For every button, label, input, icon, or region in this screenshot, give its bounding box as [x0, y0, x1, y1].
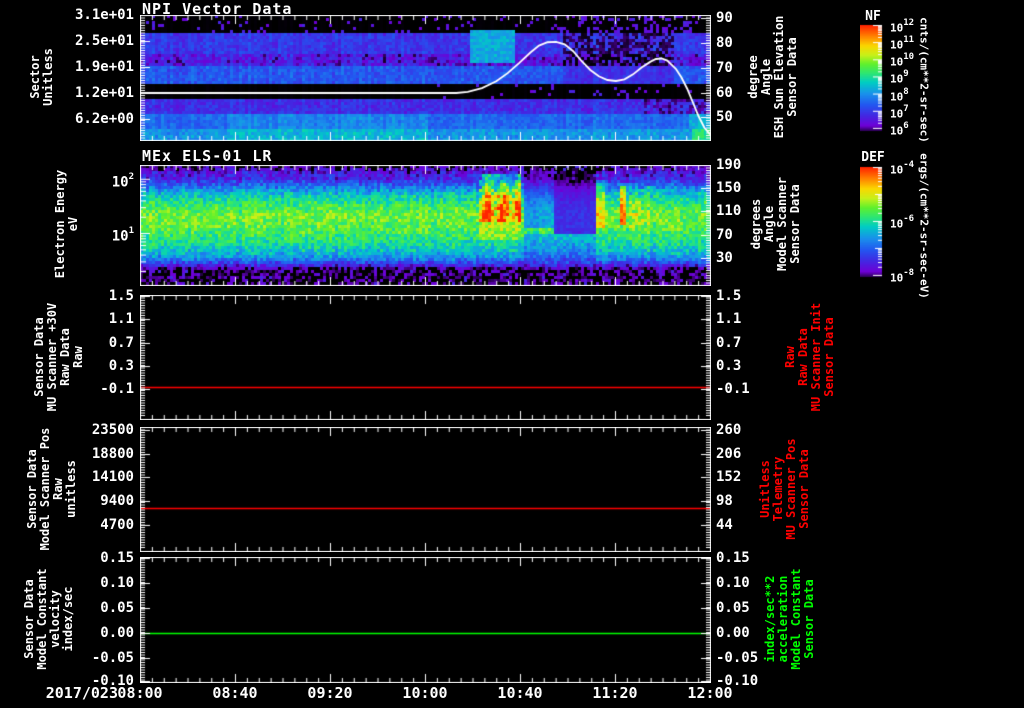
- x-axis-tick-6: 12:00: [675, 684, 745, 702]
- x-axis-tick-5: 11:20: [580, 684, 650, 702]
- p1-left-tick-3: 1.2e+01: [62, 86, 134, 101]
- p4-right-axis-label: Unitless Telemetry MU Scanner Pos Sensor…: [759, 438, 811, 539]
- x-axis-tick-4: 10:40: [485, 684, 555, 702]
- p1-left-axis-label: Sector Unitless: [29, 48, 55, 106]
- p3-left-tick-0: 1.5: [62, 289, 134, 304]
- els-spectrogram-canvas: [140, 165, 711, 286]
- p1-left-tick-2: 1.9e+01: [62, 60, 134, 75]
- p2-right-axis-label: degrees Angle Model Scanner Sensor Data: [750, 177, 802, 271]
- p3-right-axis-label: Raw Raw Data MU Scanner Init Sensor Data: [784, 303, 836, 411]
- p2-left-axis-label: Electron Energy eV: [54, 170, 80, 278]
- x-axis-tick-0: 08:00: [105, 684, 175, 702]
- p3-left-axis-label: Sensor Data MU Scanner +30V Raw Data Raw: [33, 303, 85, 411]
- x-axis-tick-2: 09:20: [295, 684, 365, 702]
- mu-scanner-line-canvas: [140, 295, 711, 420]
- p1-left-tick-1: 2.5e+01: [62, 34, 134, 49]
- colorbar-def-tick-1: 10-6: [890, 215, 934, 231]
- panel2-title: MEx ELS-01 LR: [142, 147, 272, 165]
- model-constant-line-canvas: [140, 557, 711, 683]
- p4-left-axis-label: Sensor Data Model Scanner Pos Raw unitle…: [26, 428, 78, 551]
- npi-spectrogram-canvas: [140, 15, 711, 141]
- colorbar-nf-tick-0: 1012: [890, 19, 934, 35]
- colorbar-nf-tick-3: 109: [890, 70, 934, 86]
- colorbar-def-tick-0: 10-4: [890, 161, 934, 177]
- colorbar-nf-name: NF: [856, 9, 890, 24]
- def-colorbar: [860, 165, 886, 279]
- p1-right-axis-label: degree Angle ESH Sun Elevation Sensor Da…: [747, 16, 799, 139]
- p4-right-tick-0: 260: [716, 423, 776, 438]
- p5-left-tick-0: 0.15: [62, 551, 134, 566]
- p5-left-axis-label: Sensor Data Model Constant velocity inde…: [23, 568, 75, 669]
- colorbar-nf-tick-5: 107: [890, 105, 934, 121]
- x-axis-tick-3: 10:00: [390, 684, 460, 702]
- p3-right-tick-0: 1.5: [716, 289, 776, 304]
- p1-left-tick-0: 3.1e+01: [62, 8, 134, 23]
- p2-right-tick-0: 190: [716, 158, 776, 173]
- nf-colorbar: [860, 23, 886, 133]
- colorbar-nf-tick-4: 108: [890, 88, 934, 104]
- scanner-pos-line-canvas: [140, 427, 711, 552]
- figure: NPI Vector Data MEx ELS-01 LR NF cnts/(c…: [0, 0, 1024, 708]
- colorbar-def-tick-2: 10-8: [890, 269, 934, 285]
- p3-right-tick-3: 0.3: [716, 359, 776, 374]
- p3-right-tick-1: 1.1: [716, 312, 776, 327]
- colorbar-nf-tick-6: 106: [890, 122, 934, 138]
- p5-right-tick-0: 0.15: [716, 551, 776, 566]
- p1-left-tick-4: 6.2e+00: [62, 112, 134, 127]
- colorbar-nf-tick-1: 1011: [890, 36, 934, 52]
- p3-right-tick-2: 0.7: [716, 336, 776, 351]
- colorbar-nf-tick-2: 1010: [890, 53, 934, 69]
- x-axis-tick-1: 08:40: [200, 684, 270, 702]
- p3-right-tick-4: -0.1: [716, 382, 776, 397]
- p5-right-axis-label: index/sec**2 acceleration Model Constant…: [764, 568, 816, 669]
- colorbar-def-name: DEF: [854, 150, 892, 165]
